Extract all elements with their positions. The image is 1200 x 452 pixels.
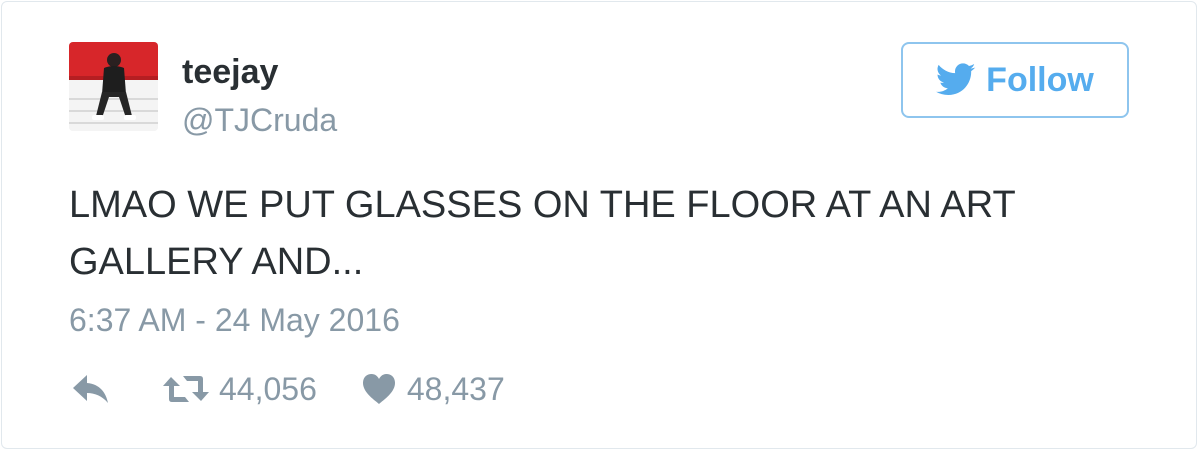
like-button[interactable]: 48,437 — [361, 371, 505, 408]
reply-icon — [73, 375, 108, 403]
retweet-button[interactable]: 44,056 — [161, 371, 317, 408]
tweet-card: teejay @TJCruda Follow LMAO WE PUT GLASS… — [1, 1, 1197, 449]
tweet-timestamp[interactable]: 6:37 AM - 24 May 2016 — [69, 300, 400, 340]
user-handle[interactable]: @TJCruda — [182, 100, 337, 140]
follow-label: Follow — [986, 60, 1094, 99]
reply-button[interactable] — [69, 371, 161, 407]
avatar-image — [69, 42, 158, 131]
retweet-count: 44,056 — [219, 370, 317, 407]
heart-icon — [362, 374, 395, 404]
retweet-icon — [163, 376, 209, 402]
follow-button[interactable]: Follow — [901, 42, 1129, 118]
display-name[interactable]: teejay — [182, 52, 278, 92]
like-count: 48,437 — [406, 370, 505, 407]
avatar[interactable] — [69, 42, 158, 131]
tweet-actions: 44,056 48,437 — [69, 367, 505, 411]
bird-icon — [936, 63, 976, 95]
tweet-text: LMAO WE PUT GLASSES ON THE FLOOR AT AN A… — [69, 184, 1016, 283]
